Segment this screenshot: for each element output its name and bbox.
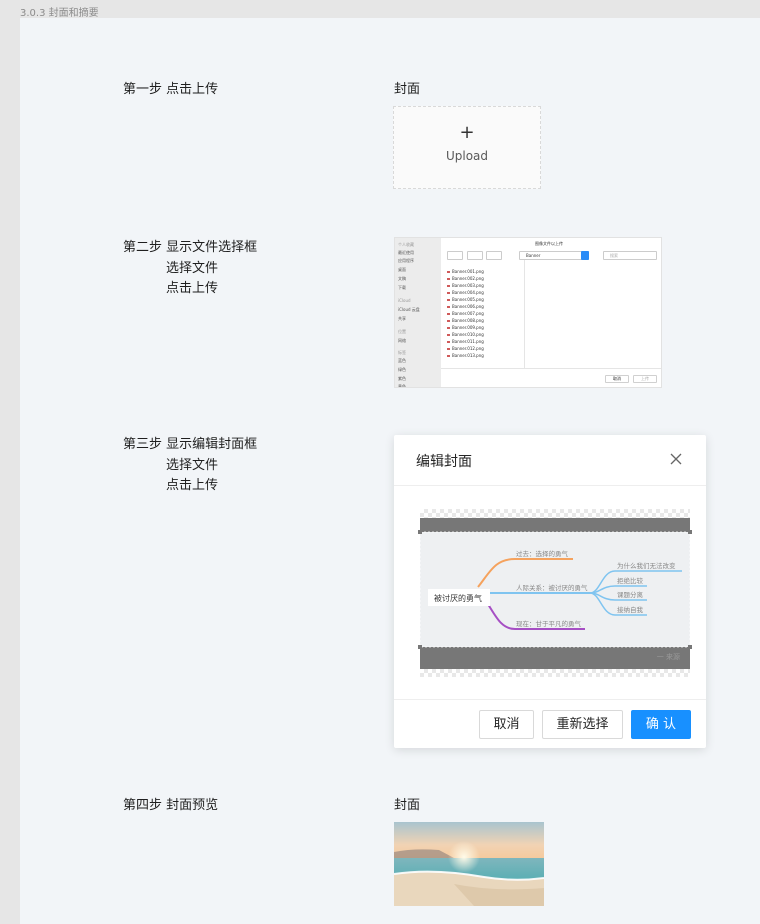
file-item: Banner.011.png	[447, 339, 484, 344]
sidebar-section: 标签	[398, 350, 406, 355]
sidebar-item: iCloud 云盘	[398, 307, 420, 312]
modal-footer-divider	[394, 699, 706, 700]
sidebar-item: 蓝色	[398, 358, 406, 363]
step2-line-2: 点击上传	[166, 281, 219, 296]
crop-frame[interactable]	[418, 530, 692, 649]
view-mode-icon	[467, 251, 483, 260]
upload-label: Upload	[445, 149, 489, 163]
group-icon	[486, 251, 502, 260]
modal-title: 编辑封面	[416, 454, 472, 470]
step3-text: 第三步 显示编辑封面框 选择文件 点击上传	[123, 435, 257, 497]
file-item: Banner.007.png	[447, 311, 484, 316]
nav-arrows-icon	[447, 251, 463, 260]
preview-cover-label: 封面	[394, 798, 421, 813]
cover-label: 封面	[394, 82, 421, 97]
file-item: Banner.004.png	[447, 290, 484, 295]
close-icon[interactable]	[668, 451, 684, 467]
edit-cover-modal: 编辑封面 一 来源 被讨厌的勇气 过去：选择的勇气 人际关系：被讨厌的勇气 现在…	[394, 435, 706, 748]
chevron-down-icon	[581, 251, 589, 260]
file-item: Banner.012.png	[447, 346, 484, 351]
sidebar-item: 桌面	[398, 267, 406, 272]
sidebar-item: 下载	[398, 285, 406, 290]
sidebar-section: 位置	[398, 329, 406, 334]
step4-title: 第四步 封面预览	[123, 798, 219, 813]
modal-header-divider	[394, 485, 706, 486]
step1-title: 第一步 点击上传	[123, 82, 219, 97]
sidebar-item: 文稿	[398, 276, 406, 281]
step2-line-1: 选择文件	[166, 260, 219, 276]
confirm-button[interactable]: 确 认	[631, 710, 691, 739]
folder-name: Banner	[526, 253, 541, 258]
file-dialog-cancel: 取消	[605, 375, 629, 383]
file-item: Banner.002.png	[447, 276, 484, 281]
sidebar-item: 最近使用	[398, 250, 414, 255]
file-item: Banner.005.png	[447, 297, 484, 302]
sidebar-item: 网络	[398, 338, 406, 343]
sidebar-section: iCloud	[398, 298, 411, 303]
step2-title: 第二步 显示文件选择框	[123, 240, 258, 255]
folder-select: Banner	[519, 251, 589, 260]
file-item: Banner.006.png	[447, 304, 484, 309]
pane-divider	[524, 260, 525, 368]
sidebar-item: 黄色	[398, 384, 406, 388]
step2-text: 第二步 显示文件选择框 选择文件 点击上传	[123, 238, 257, 300]
step3-line-2: 点击上传	[166, 478, 219, 493]
search-placeholder: 搜索	[610, 253, 618, 258]
file-item: Banner.010.png	[447, 332, 484, 337]
reselect-button[interactable]: 重新选择	[542, 710, 623, 739]
file-item: Banner.001.png	[447, 269, 484, 274]
file-dialog-upload: 上传	[633, 375, 657, 383]
file-dialog-sidebar: 个人收藏 最近使用 应用程序 桌面 文稿 下载 iCloud iCloud 云盘…	[395, 238, 441, 388]
upload-button[interactable]: + Upload	[393, 106, 541, 189]
file-item: Banner.013.png	[447, 353, 484, 358]
sidebar-section: 个人收藏	[398, 242, 414, 247]
cover-preview-image	[394, 822, 544, 906]
file-dialog-title: 图像文件以上传	[535, 241, 563, 246]
file-dialog-screenshot: 个人收藏 最近使用 应用程序 桌面 文稿 下载 iCloud iCloud 云盘…	[394, 237, 662, 388]
plus-icon: +	[459, 122, 475, 143]
watermark: 一 来源	[656, 653, 680, 661]
step3-line-1: 选择文件	[166, 457, 219, 473]
beach-photo	[394, 822, 544, 906]
breadcrumb: 3.0.3 封面和摘要	[20, 8, 99, 19]
search-input: 搜索	[603, 251, 657, 260]
step3-title: 第三步 显示编辑封面框	[123, 437, 258, 452]
sidebar-item: 紫色	[398, 376, 406, 381]
crop-mask-bottom: 一 来源	[420, 647, 690, 669]
file-item: Banner.008.png	[447, 318, 484, 323]
cancel-button[interactable]: 取消	[479, 710, 534, 739]
file-item: Banner.003.png	[447, 283, 484, 288]
sidebar-item: 应用程序	[398, 258, 414, 263]
sidebar-item: 绿色	[398, 367, 406, 372]
sidebar-item: 共享	[398, 316, 406, 321]
file-item: Banner.009.png	[447, 325, 484, 330]
